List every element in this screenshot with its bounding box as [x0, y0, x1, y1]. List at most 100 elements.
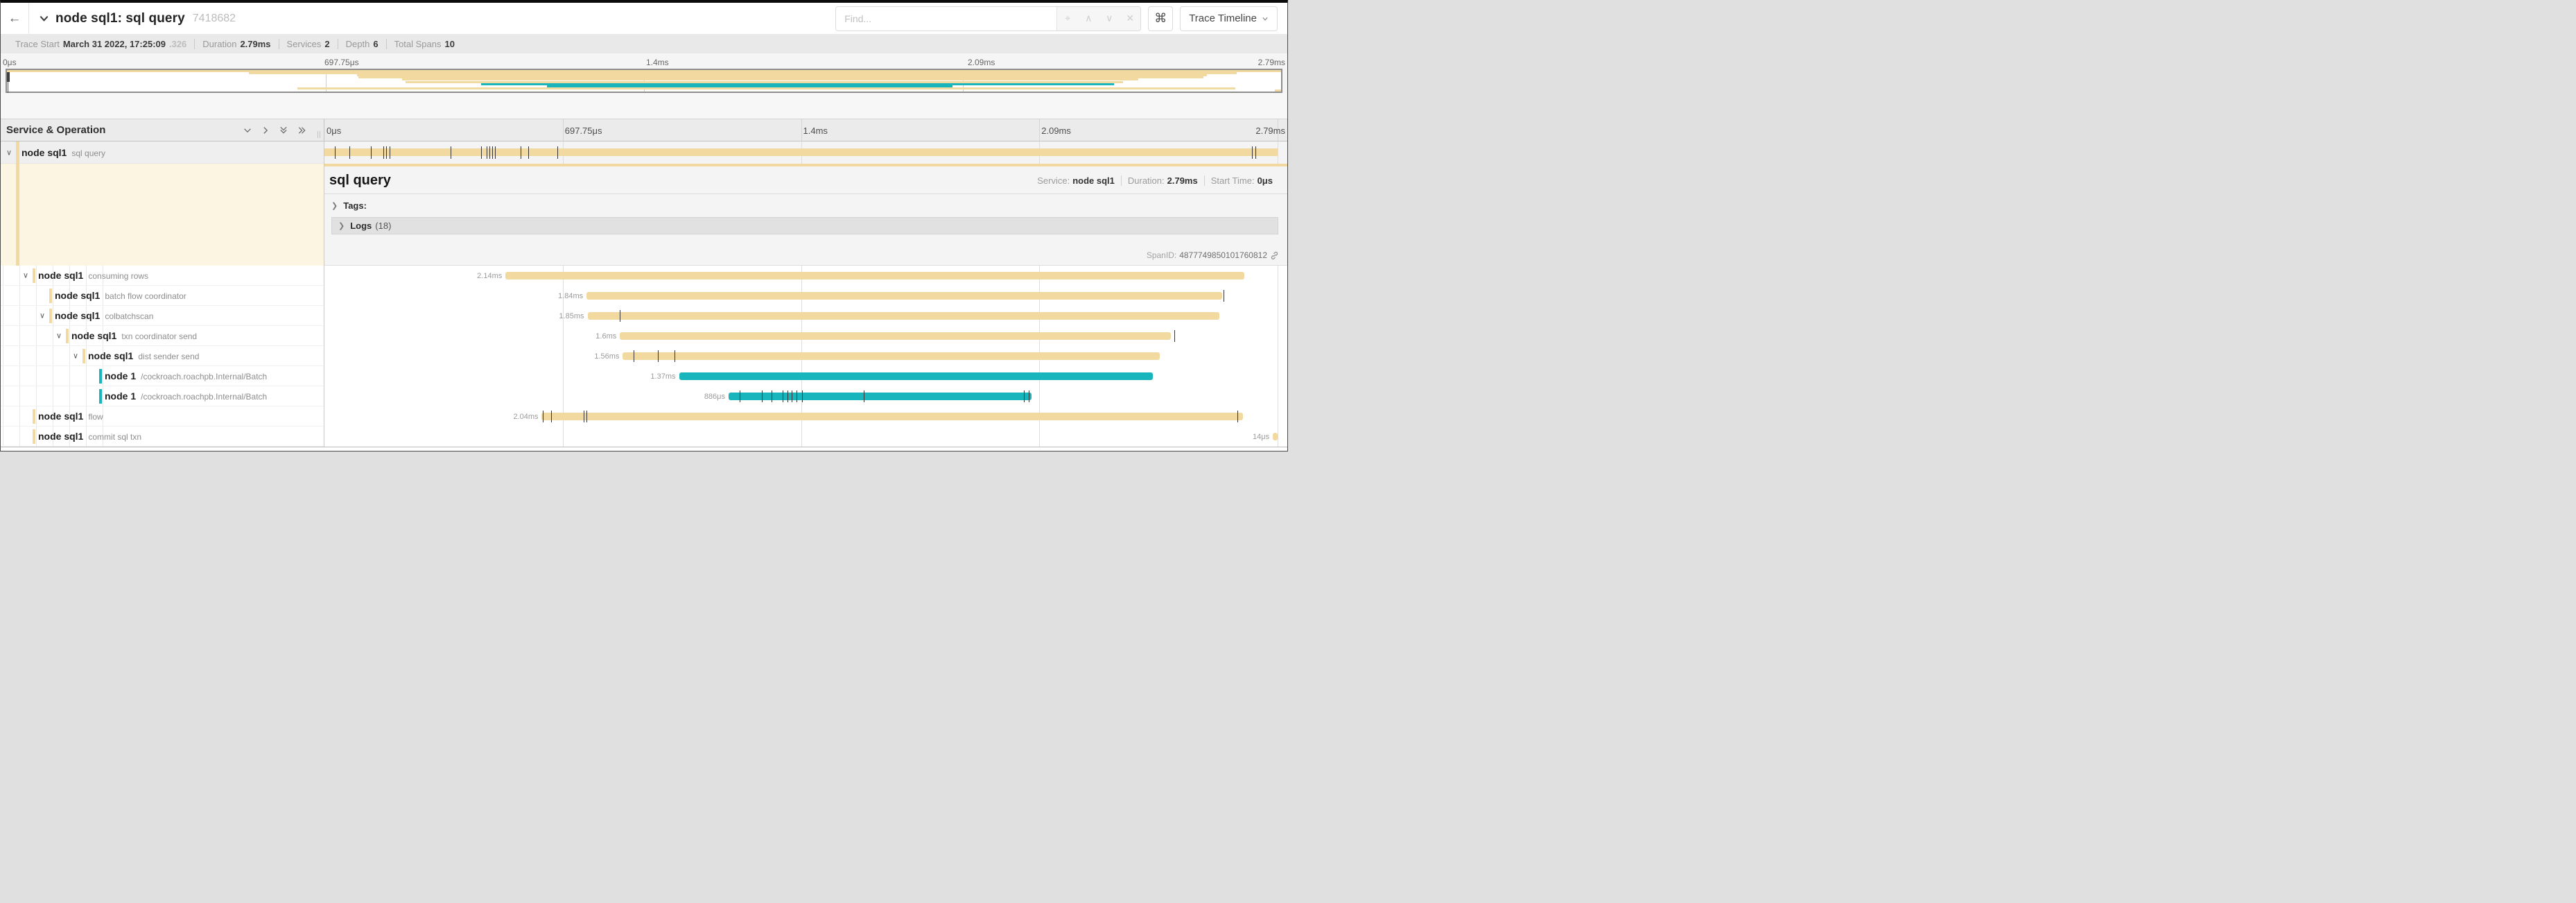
detail-start-time: Start Time:0μs — [1204, 175, 1279, 186]
expand-chevron-icon[interactable]: ∨ — [6, 148, 12, 157]
trace-view: ∨ node sql1sql query ∨node sql1consuming … — [1, 141, 1287, 447]
expand-chevron-icon[interactable]: ∨ — [56, 332, 62, 341]
timeline-row[interactable]: 1.6ms — [324, 326, 1278, 346]
collapse-all-icon[interactable] — [279, 125, 288, 135]
clear-search-icon[interactable]: ✕ — [1120, 12, 1140, 24]
tree-row[interactable]: node sql1commit sql txn — [1, 427, 324, 447]
duration-item: Duration 2.79ms — [194, 39, 278, 49]
log-tick-mark — [386, 146, 387, 159]
span-operation-name: colbatchscan — [105, 311, 153, 321]
span-bar[interactable] — [1273, 433, 1278, 440]
keyboard-shortcuts-button[interactable]: ⌘ — [1148, 6, 1173, 31]
minimap-strip — [297, 87, 1235, 89]
expand-chevron-icon[interactable]: ∨ — [40, 311, 45, 320]
focus-match-icon[interactable]: ⌖ — [1057, 12, 1078, 24]
log-tick-mark — [658, 350, 659, 362]
trace-start-value: March 31 2022, 17:25:09 — [63, 39, 166, 49]
span-color-accent — [33, 409, 35, 424]
link-icon[interactable] — [1270, 251, 1279, 260]
expand-collapse-controls — [243, 119, 307, 141]
span-operation-name: sql query — [71, 148, 105, 158]
overview-ruler: 0μs697.75μs1.4ms2.09ms2.79ms — [1, 53, 1287, 69]
span-service-name: node sql1flow — [38, 411, 103, 422]
timeline-row[interactable]: 2.04ms — [324, 406, 1278, 427]
tree-row[interactable]: ∨node sql1txn coordinator send — [1, 326, 324, 346]
span-operation-name: /cockroach.roachpb.Internal/Batch — [141, 372, 267, 381]
trace-start-label: Trace Start — [15, 39, 60, 49]
log-tick-mark — [762, 390, 763, 402]
span-operation-name: /cockroach.roachpb.Internal/Batch — [141, 392, 267, 402]
timeline-row-sql-query[interactable] — [324, 141, 1287, 164]
log-tick-mark — [371, 146, 372, 159]
timeline-row[interactable]: 1.56ms — [324, 346, 1278, 366]
tree-row[interactable]: ∨node sql1consuming rows — [1, 266, 324, 286]
prev-match-icon[interactable]: ∧ — [1078, 12, 1099, 24]
tree-row[interactable]: node 1/cockroach.roachpb.Internal/Batch — [1, 386, 324, 406]
log-tick-mark — [481, 146, 482, 159]
span-duration-label: 1.56ms — [594, 352, 619, 361]
span-tree-rows: ∨node sql1consuming rowsnode sql1batch f… — [1, 266, 324, 447]
span-bar[interactable] — [679, 372, 1153, 380]
span-bar[interactable] — [324, 148, 1278, 156]
panel-resize-grip[interactable] — [317, 131, 320, 138]
span-operation-name: txn coordinator send — [121, 332, 197, 341]
trace-minimap[interactable] — [1, 69, 1287, 93]
expand-chevron-icon[interactable]: ∨ — [73, 352, 78, 361]
ruler-tick-label: 2.79ms — [1258, 58, 1285, 67]
log-tick-mark — [495, 146, 496, 159]
collapse-one-icon[interactable] — [243, 126, 252, 135]
back-button[interactable]: ← — [1, 3, 29, 34]
next-match-icon[interactable]: ∨ — [1099, 12, 1120, 24]
ruler-tick-label: 697.75μs — [324, 58, 359, 67]
span-bar[interactable] — [505, 272, 1244, 280]
timeline-row[interactable]: 1.85ms — [324, 306, 1278, 326]
span-color-accent — [99, 369, 102, 384]
log-tick-mark — [787, 390, 788, 402]
log-tick-mark — [1024, 390, 1025, 402]
tree-row[interactable]: ∨node sql1colbatchscan — [1, 306, 324, 326]
selected-span-accent — [16, 141, 19, 266]
span-detail-header: sql query Service:node sql1 Duration:2.7… — [324, 166, 1287, 194]
tags-row[interactable]: ❯ Tags: — [331, 200, 1287, 211]
span-bar[interactable] — [729, 393, 1032, 400]
ruler-tick-label: 0μs — [327, 126, 341, 136]
minimap-canvas[interactable] — [6, 69, 1282, 93]
tree-row-sql-query[interactable]: ∨ node sql1sql query — [1, 141, 324, 164]
expand-all-icon[interactable] — [297, 126, 307, 135]
expand-chevron-icon[interactable]: ∨ — [23, 271, 28, 280]
trace-meta-bar: Trace Start March 31 2022, 17:25:09.326 … — [1, 34, 1287, 53]
tree-row[interactable]: node sql1batch flow coordinator — [1, 286, 324, 306]
log-tick-mark — [528, 146, 529, 159]
duration-value: 2.79ms — [240, 39, 270, 49]
view-selector-button[interactable]: Trace Timeline — [1180, 6, 1278, 31]
timeline-row[interactable]: 2.14ms — [324, 266, 1278, 286]
expand-one-icon[interactable] — [261, 126, 270, 135]
total-spans-label: Total Spans — [394, 39, 442, 49]
services-item: Services 2 — [279, 39, 338, 49]
span-bar[interactable] — [623, 352, 1159, 360]
tree-row[interactable]: node 1/cockroach.roachpb.Internal/Batch — [1, 366, 324, 386]
span-color-accent — [99, 389, 102, 404]
span-bar[interactable] — [620, 332, 1171, 340]
tree-row[interactable]: ∨node sql1dist sender send — [1, 346, 324, 366]
log-tick-mark — [349, 146, 350, 159]
ruler-tick-label: 2.09ms — [968, 58, 995, 67]
total-spans-value: 10 — [445, 39, 455, 49]
tree-row[interactable]: node sql1flow — [1, 406, 324, 427]
span-bar[interactable] — [541, 413, 1243, 420]
logs-row[interactable]: ❯ Logs (18) — [331, 217, 1278, 234]
log-tick-mark — [1174, 330, 1175, 342]
timeline-row[interactable]: 1.84ms — [324, 286, 1278, 306]
span-service-name: node sql1sql query — [21, 147, 105, 158]
timeline-row[interactable]: 886μs — [324, 386, 1278, 406]
find-input[interactable] — [836, 7, 1056, 31]
timeline-row[interactable]: 14μs — [324, 427, 1278, 447]
timeline-panel: sql query Service:node sql1 Duration:2.7… — [324, 141, 1287, 447]
span-bar[interactable] — [586, 292, 1222, 300]
timeline-row[interactable]: 1.37ms — [324, 366, 1278, 386]
trace-title-area[interactable]: node sql1: sql query 7418682 — [39, 11, 236, 26]
span-bar[interactable] — [588, 312, 1220, 320]
depth-label: Depth — [346, 39, 370, 49]
depth-value: 6 — [373, 39, 378, 49]
duration-label: Duration — [202, 39, 236, 49]
